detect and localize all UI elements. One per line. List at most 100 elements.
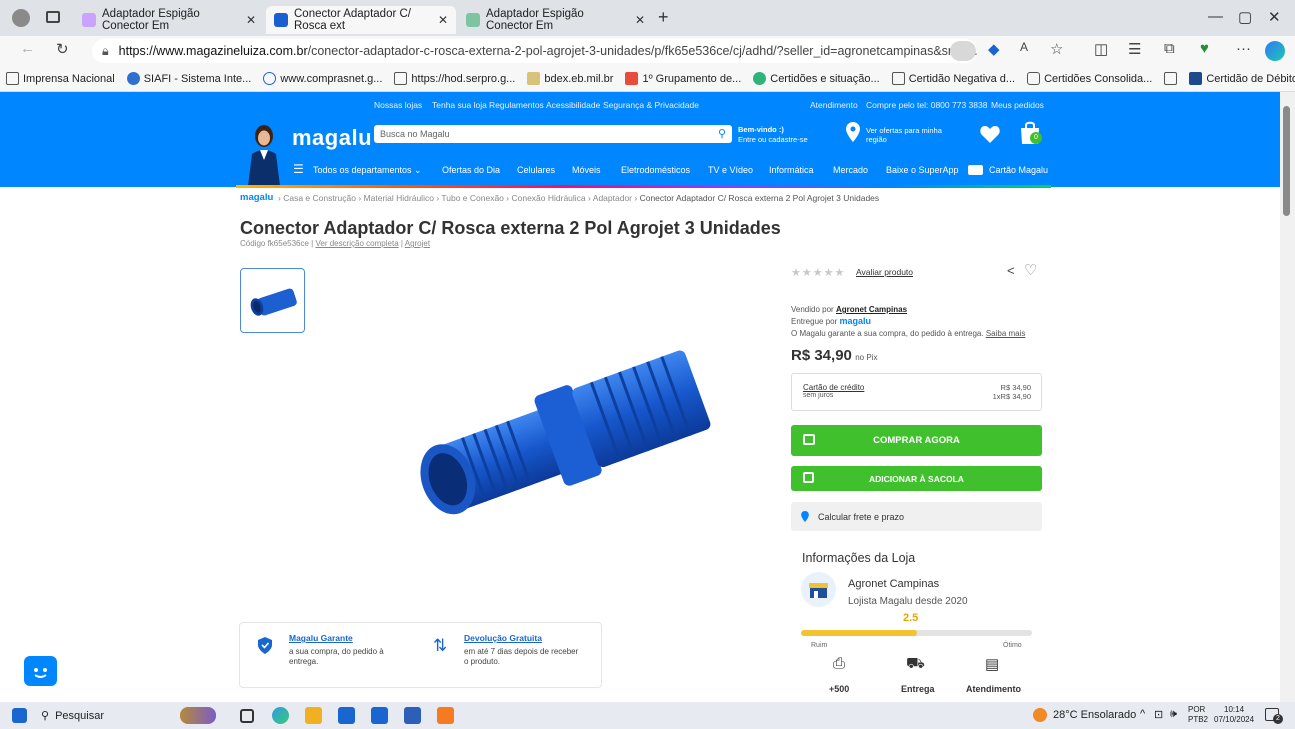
breadcrumb-item[interactable]: Adaptador: [593, 193, 632, 203]
close-icon[interactable]: ✕: [438, 13, 448, 27]
bookmark-item[interactable]: Certidão de Débitos...: [1183, 72, 1295, 85]
task-view-icon[interactable]: [240, 709, 254, 723]
app-icon[interactable]: [437, 707, 454, 724]
product-thumbnail[interactable]: [240, 268, 305, 333]
credit-card-option[interactable]: Cartão de crédito sem juros R$ 34,90 1xR…: [791, 373, 1042, 411]
calculate-freight-button[interactable]: Calcular frete e prazo: [791, 502, 1042, 531]
full-description-link[interactable]: Ver descrição completa: [315, 239, 398, 248]
breadcrumb-item[interactable]: Conexão Hidráulica: [511, 193, 585, 203]
store-name[interactable]: Agronet Campinas: [848, 578, 939, 590]
store-icon[interactable]: [338, 707, 355, 724]
bookmark-item[interactable]: bdex.eb.mil.br: [521, 72, 619, 85]
network-icon[interactable]: ⊡: [1154, 708, 1163, 721]
nav-item[interactable]: Baixe o SuperApp: [886, 165, 959, 175]
tab-actions-icon[interactable]: [46, 11, 60, 23]
refresh-icon[interactable]: ↻: [56, 40, 69, 58]
bookmark-item[interactable]: Certidões Consolida...: [1021, 72, 1158, 85]
top-link[interactable]: Nossas lojas: [374, 100, 422, 110]
menu-icon[interactable]: ☰: [293, 162, 304, 176]
nav-item[interactable]: Eletrodomésticos: [621, 165, 690, 175]
breadcrumb-item[interactable]: Material Hidráulico: [364, 193, 434, 203]
close-icon[interactable]: ✕: [246, 13, 256, 27]
bookmark-item[interactable]: SIAFI - Sistema Inte...: [121, 72, 258, 85]
bookmark-item[interactable]: https://hod.serpro.g...: [388, 72, 521, 85]
nav-item[interactable]: Celulares: [517, 165, 555, 175]
edge-browser-icon[interactable]: [272, 707, 289, 724]
magalu-logo[interactable]: magalu: [292, 125, 372, 151]
file-explorer-icon[interactable]: [305, 707, 322, 724]
new-tab-icon[interactable]: +: [658, 7, 669, 28]
tray-chevron-icon[interactable]: ^: [1140, 708, 1145, 720]
bookmark-item[interactable]: Imprensa Nacional: [0, 72, 121, 85]
store-avatar-icon[interactable]: [801, 572, 836, 607]
mail-icon[interactable]: [371, 707, 388, 724]
bookmark-item[interactable]: Certidão Negativa d...: [886, 72, 1021, 85]
product-main-image[interactable]: [395, 322, 735, 532]
breadcrumb-item[interactable]: Tubo e Conexão: [441, 193, 504, 203]
vpn-icon[interactable]: ♥: [1200, 40, 1209, 57]
taskbar-search[interactable]: ⚲ Pesquisar: [35, 705, 175, 726]
split-screen-icon[interactable]: ◫: [1094, 40, 1108, 58]
widgets-icon[interactable]: [180, 707, 216, 724]
search-icon[interactable]: ⚲: [718, 127, 726, 140]
add-to-bag-button[interactable]: ADICIONAR À SACOLA: [791, 466, 1042, 491]
tracking-icon[interactable]: [950, 41, 976, 61]
nav-item[interactable]: Cartão Magalu: [989, 165, 1048, 175]
learn-more-link[interactable]: Saiba mais: [986, 329, 1026, 338]
top-link[interactable]: Compre pelo tel: 0800 773 3838: [866, 100, 987, 110]
notifications-icon[interactable]: 2: [1265, 708, 1283, 724]
seller-link[interactable]: Agronet Campinas: [836, 305, 907, 314]
chat-assistant-button[interactable]: [24, 656, 57, 686]
bookmark-item[interactable]: [1158, 72, 1183, 85]
minimize-icon[interactable]: —: [1208, 8, 1223, 25]
extension-icon[interactable]: ◆: [988, 40, 1000, 58]
buy-now-button[interactable]: COMPRAR AGORA: [791, 425, 1042, 456]
tab-2[interactable]: Conector Adaptador C/ Rosca ext ✕: [266, 6, 456, 34]
close-icon[interactable]: ✕: [635, 13, 645, 27]
nav-item[interactable]: Móveis: [572, 165, 601, 175]
weather-sun-icon[interactable]: [1033, 708, 1047, 722]
region-offers-link[interactable]: Ver ofertas para minha região: [866, 126, 942, 144]
read-aloud-icon[interactable]: A: [1020, 40, 1028, 54]
bookmark-item[interactable]: www.comprasnet.g...: [257, 72, 388, 85]
tab-1[interactable]: Adaptador Espigão Conector Em ✕: [74, 6, 264, 34]
volume-icon[interactable]: 🕪︎: [1170, 708, 1177, 721]
magalu-guarantee-link[interactable]: Magalu Garante: [289, 633, 353, 643]
bookmark-item[interactable]: Certidões e situação...: [747, 72, 885, 85]
chevron-down-icon[interactable]: ⌄: [414, 165, 422, 176]
bag-button[interactable]: 0: [1018, 120, 1042, 146]
favorite-heart-icon[interactable]: ♡: [1024, 261, 1037, 279]
calendar-icon[interactable]: [404, 707, 421, 724]
top-link[interactable]: Acessibilidade: [546, 100, 600, 110]
top-link[interactable]: Meus pedidos: [991, 100, 1044, 110]
favorites-icon[interactable]: ☰: [1128, 40, 1141, 58]
nav-all-departments[interactable]: Todos os departamentos: [313, 165, 412, 175]
favorites-heart-icon[interactable]: [980, 125, 1000, 143]
tab-3[interactable]: Adaptador Espigão Conector Em ✕: [458, 6, 653, 34]
window-close-icon[interactable]: ✕: [1268, 8, 1281, 26]
login-link[interactable]: Bem-vindo :) Entre ou cadastre-se: [738, 125, 808, 145]
share-icon[interactable]: <: [1007, 263, 1015, 278]
clock[interactable]: 10:14 07/10/2024: [1214, 705, 1254, 725]
more-icon[interactable]: ···: [1236, 40, 1251, 57]
breadcrumb-item[interactable]: Casa e Construção: [283, 193, 356, 203]
nav-item[interactable]: Mercado: [833, 165, 868, 175]
nav-item[interactable]: TV e Vídeo: [708, 165, 753, 175]
free-return-link[interactable]: Devolução Gratuita: [464, 633, 542, 643]
weather-text[interactable]: 28°C Ensolarado: [1053, 709, 1136, 721]
nav-item[interactable]: Informática: [769, 165, 814, 175]
breadcrumb-logo[interactable]: magalu: [240, 192, 273, 203]
favorite-star-icon[interactable]: ☆: [1050, 40, 1063, 58]
windows-start-icon[interactable]: [12, 708, 27, 723]
top-link[interactable]: Tenha sua loja: [432, 100, 487, 110]
brand-link[interactable]: Agrojet: [405, 239, 430, 248]
collections-icon[interactable]: ⧉: [1164, 40, 1175, 57]
address-bar[interactable]: 🔒︎ https://www.magazineluiza.com.br/cone…: [92, 39, 977, 63]
rate-product-link[interactable]: Avaliar produto: [856, 267, 913, 277]
search-input[interactable]: Busca no Magalu ⚲: [374, 125, 732, 143]
top-link[interactable]: Atendimento: [810, 100, 858, 110]
top-link[interactable]: Regulamentos: [489, 100, 544, 110]
profile-avatar-icon[interactable]: [12, 9, 30, 27]
bookmark-item[interactable]: 1º Grupamento de...: [619, 72, 747, 85]
scrollbar-thumb[interactable]: [1283, 106, 1290, 216]
